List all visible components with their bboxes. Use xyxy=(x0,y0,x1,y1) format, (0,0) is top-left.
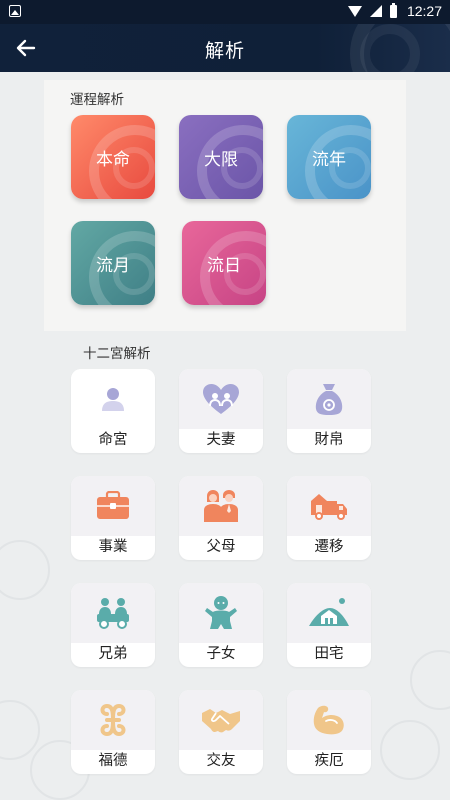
palace-card-tianzhai[interactable]: 田宅 xyxy=(287,583,371,667)
app-bar: 解析 xyxy=(0,24,450,72)
fortune-card-benming[interactable]: 本命 xyxy=(71,115,155,199)
palace-label: 交友 xyxy=(206,753,236,769)
status-bar: 12:27 xyxy=(0,0,450,24)
palace-label: 夫妻 xyxy=(206,432,236,448)
status-icons: 12:27 xyxy=(347,2,442,19)
palace-card-caibo[interactable]: 財帛 xyxy=(287,369,371,453)
palace-label: 遷移 xyxy=(314,539,344,555)
palace-label: 子女 xyxy=(206,646,236,662)
wave-decoration xyxy=(0,540,50,600)
palace-label: 父母 xyxy=(206,539,236,555)
palace-card-shiye[interactable]: 事業 xyxy=(71,476,155,560)
page-title: 解析 xyxy=(204,40,245,62)
battery-icon xyxy=(389,2,397,18)
wave-decoration xyxy=(0,700,40,760)
palace-label: 兄弟 xyxy=(98,646,128,662)
siblings-icon xyxy=(97,598,129,629)
fortune-card-daxian[interactable]: 大限 xyxy=(179,115,263,199)
palace-card-zinv[interactable]: 子女 xyxy=(179,583,263,667)
fortune-card-label: 本命 xyxy=(96,149,130,170)
fortune-section-title: 運程解析 xyxy=(70,92,124,108)
palace-section-title: 十二宮解析 xyxy=(83,346,151,362)
fortune-card-liuyue[interactable]: 流月 xyxy=(71,221,155,305)
palace-card-jiaoyou[interactable]: 交友 xyxy=(179,690,263,774)
palace-card-fuqi[interactable]: 夫妻 xyxy=(179,369,263,453)
wave-decoration xyxy=(410,650,450,710)
palace-label: 財帛 xyxy=(314,432,344,448)
cell-signal-icon xyxy=(369,5,382,17)
couple-heart-icon xyxy=(203,384,239,414)
person-icon xyxy=(102,388,124,411)
gallery-notification-icon xyxy=(9,5,21,17)
palace-card-ming[interactable]: 命宮 xyxy=(71,369,155,453)
briefcase-icon xyxy=(97,491,129,519)
house-land-icon xyxy=(309,598,349,626)
palace-label: 事業 xyxy=(98,539,128,555)
knot-icon xyxy=(100,704,126,736)
fortune-card-label: 大限 xyxy=(204,149,238,170)
moving-truck-icon xyxy=(311,494,347,520)
palace-card-fumu[interactable]: 父母 xyxy=(179,476,263,560)
muscle-arm-icon xyxy=(313,705,344,735)
parents-icon xyxy=(204,490,238,522)
wifi-icon xyxy=(347,5,362,17)
fortune-card-liuri[interactable]: 流日 xyxy=(182,221,266,305)
palace-card-xiongdi[interactable]: 兄弟 xyxy=(71,583,155,667)
wave-decoration xyxy=(380,720,440,780)
palace-card-qianyi[interactable]: 遷移 xyxy=(287,476,371,560)
palace-card-fude[interactable]: 福德 xyxy=(71,690,155,774)
child-icon xyxy=(205,596,237,629)
status-time: 12:27 xyxy=(406,3,442,19)
fortune-card-label: 流月 xyxy=(96,255,130,276)
fortune-card-label: 流年 xyxy=(312,149,346,170)
fortune-card-label: 流日 xyxy=(207,255,241,276)
palace-label: 福德 xyxy=(98,753,128,769)
fortune-card-liunian[interactable]: 流年 xyxy=(287,115,371,199)
palace-label: 命宮 xyxy=(98,432,128,448)
palace-label: 疾厄 xyxy=(314,753,344,769)
palace-card-jie[interactable]: 疾厄 xyxy=(287,690,371,774)
handshake-icon xyxy=(202,709,240,733)
palace-label: 田宅 xyxy=(314,646,344,662)
money-bag-icon xyxy=(315,384,343,415)
